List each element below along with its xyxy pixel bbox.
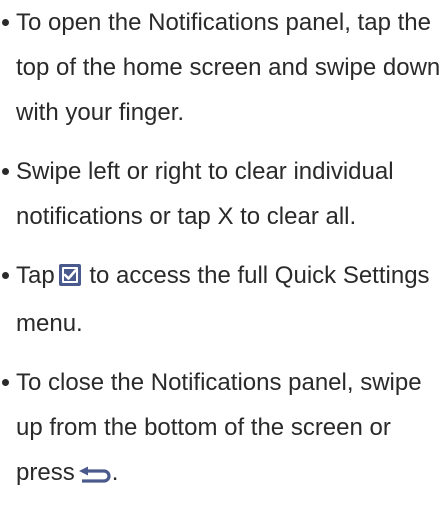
list-item: Tap to access the full Quick Settings me… [0, 253, 447, 346]
back-arrow-icon [78, 454, 112, 499]
item-text-line: Tap to access the full Quick Settings [16, 253, 447, 301]
list-item: To open the Notifications panel, tap the… [0, 0, 447, 135]
item-text-line: To open the Notifications panel, tap the [16, 9, 431, 36]
item-text-line: To close the Notifications panel, swipe [16, 369, 422, 396]
item-text-line: press . [16, 450, 447, 499]
bullet-dot [2, 168, 9, 175]
item-text-line: with your finger. [16, 99, 185, 126]
bullet-dot [2, 379, 9, 386]
bullet-dot [2, 272, 9, 279]
item-text-line: menu. [16, 310, 83, 337]
item-text-before-icon: press [16, 459, 75, 486]
quick-settings-checkbox-icon [58, 256, 81, 301]
list-item: To close the Notifications panel, swipe … [0, 360, 447, 499]
item-text-after-icon: to access the full Quick Settings [89, 262, 430, 289]
item-text-before-icon: Tap [16, 262, 55, 289]
instruction-list: To open the Notifications panel, tap the… [0, 0, 447, 513]
item-text-after-icon: . [111, 459, 119, 486]
item-text-line: top of the home screen and swipe down [16, 54, 441, 81]
bullet-dot [2, 19, 9, 26]
item-text-line: Swipe left or right to clear individual [16, 158, 394, 185]
list-item: Swipe left or right to clear individual … [0, 149, 447, 239]
item-text-line: notifications or tap X to clear all. [16, 203, 357, 230]
item-text-line: up from the bottom of the screen or [16, 414, 391, 441]
